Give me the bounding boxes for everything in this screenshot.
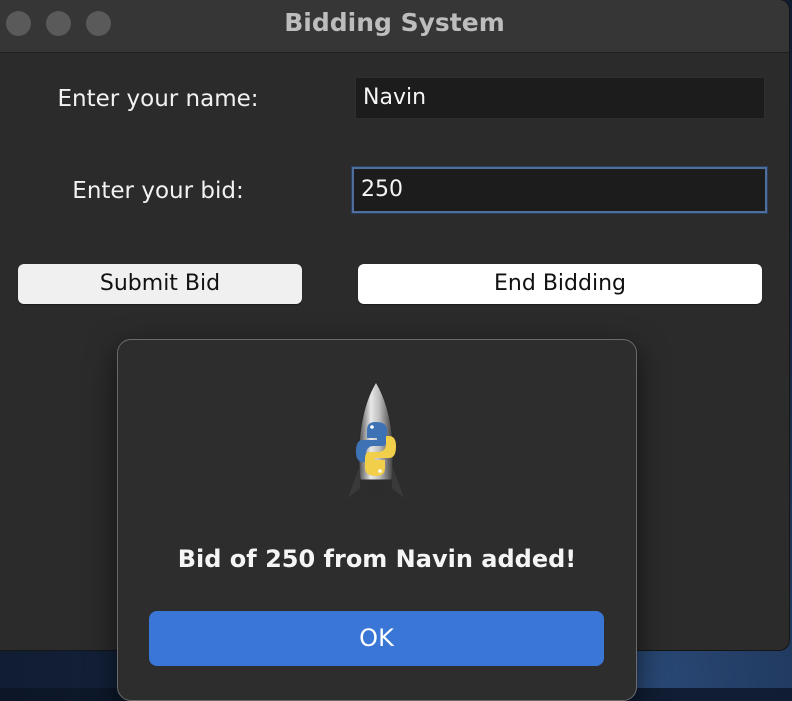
end-bidding-button[interactable]: End Bidding [358,264,762,304]
name-input[interactable]: Navin [355,77,765,119]
alert-dialog: Bid of 250 from Navin added! OK [117,339,637,701]
bid-label: Enter your bid: [72,178,244,204]
ok-button[interactable]: OK [149,611,604,666]
title-bar[interactable]: Bidding System [0,0,789,53]
python-launcher-rocket-icon [348,381,404,500]
submit-bid-button[interactable]: Submit Bid [18,264,302,304]
bid-input[interactable]: 250 [352,167,767,213]
name-label: Enter your name: [57,86,259,112]
alert-message: Bid of 250 from Navin added! [177,545,577,573]
window-title: Bidding System [284,8,505,37]
